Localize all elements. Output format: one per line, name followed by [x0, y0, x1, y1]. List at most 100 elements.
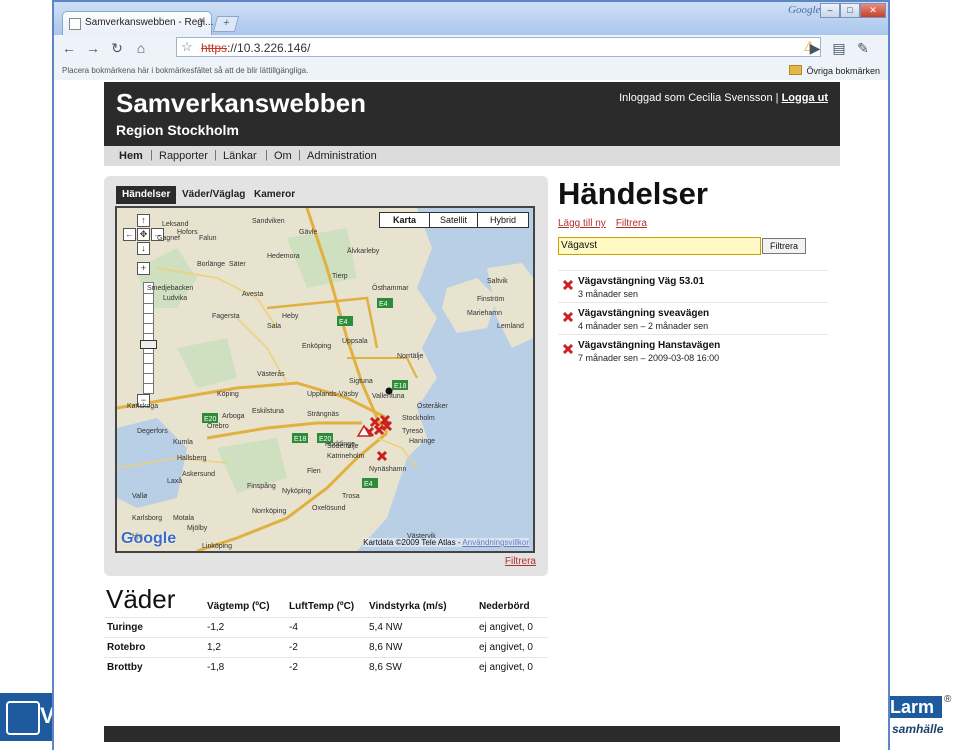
- event-title[interactable]: Vägavstängning sveavägen: [578, 308, 709, 319]
- nav-item-administration[interactable]: Administration: [307, 150, 377, 162]
- nav-item-lankar[interactable]: Länkar: [223, 150, 257, 162]
- table-row: Brottby -1,8 -2 8,6 SW ej angivet, 0: [104, 657, 548, 677]
- minimize-button[interactable]: –: [820, 3, 840, 18]
- nav-item-om[interactable]: Om: [274, 150, 292, 162]
- logout-link[interactable]: Logga ut: [782, 92, 828, 104]
- wind-speed: 5,4 NW: [368, 617, 478, 638]
- page-favicon-icon: [69, 18, 81, 30]
- home-icon[interactable]: ⌂: [132, 39, 150, 57]
- bookmarks-hint: Placera bokmärkena här i bokmärkesfältet…: [62, 66, 309, 75]
- tab-kameror[interactable]: Kameror: [248, 186, 301, 204]
- url-protocol: https: [201, 41, 228, 55]
- event-time: 7 månader sen – 2009-03-08 16:00: [578, 353, 720, 363]
- weather-header: Vindstyrka (m/s): [369, 600, 447, 612]
- map-credit: Kartdata ©2009 Tele Atlas - Användningsv…: [363, 538, 529, 547]
- tab-close-icon[interactable]: ×: [199, 15, 205, 27]
- precipitation: ej angivet, 0: [478, 657, 548, 677]
- forward-icon[interactable]: →: [84, 39, 102, 57]
- site-subtitle: Region Stockholm: [116, 122, 239, 138]
- air-temp: -2: [288, 657, 368, 677]
- google-logo: Google: [121, 530, 177, 547]
- road-temp: -1,2: [206, 617, 288, 638]
- map-type-karta[interactable]: Karta: [379, 212, 430, 228]
- road-closure-icon: [562, 279, 574, 291]
- nav-item-hem[interactable]: Hem: [119, 150, 143, 162]
- road-closure-icon: [562, 343, 574, 355]
- login-status: Inloggad som Cecilia Svensson | Logga ut: [619, 92, 828, 104]
- wrench-icon[interactable]: ✎: [854, 39, 872, 57]
- zoom-slider-track[interactable]: [143, 282, 154, 394]
- background-logo-right-text: Larm: [888, 696, 942, 718]
- weather-station: Brottby: [104, 657, 206, 677]
- browser-brand: Google: [788, 4, 821, 16]
- event-time: 3 månader sen: [578, 289, 639, 299]
- map-canvas: [117, 208, 533, 551]
- go-icon[interactable]: ▶: [806, 39, 824, 57]
- event-filter-input[interactable]: Vägavst: [558, 237, 761, 255]
- page-menu-icon[interactable]: ▤: [830, 39, 848, 57]
- road-closure-icon: [562, 311, 574, 323]
- reload-icon[interactable]: ↻: [108, 39, 126, 57]
- folder-icon: [789, 65, 803, 75]
- background-logo-right: Larm ® samhälle: [888, 694, 960, 744]
- nav-separator: |: [298, 149, 301, 161]
- tab-title: Samverkanswebben - Regi...: [85, 17, 214, 28]
- map-type-hybrid[interactable]: Hybrid: [477, 212, 529, 228]
- close-window-button[interactable]: ✕: [860, 3, 886, 18]
- map-zoom-control: ↑ ← ✥ → ↓ + −: [123, 214, 165, 407]
- event-item[interactable]: Vägavstängning Hanstavägen 7 månader sen…: [558, 334, 828, 366]
- add-event-link[interactable]: Lägg till ny: [558, 218, 606, 229]
- weather-station: Turinge: [104, 617, 206, 638]
- tab-handelser[interactable]: Händelser: [116, 186, 177, 204]
- new-tab-button[interactable]: +: [212, 16, 240, 32]
- event-filter-button[interactable]: Filtrera: [762, 238, 806, 254]
- event-time: 4 månader sen – 2 månader sen: [578, 321, 709, 331]
- weather-table: Vägtemp (ºC) LuftTemp (ºC) Vindstyrka (m…: [104, 595, 548, 677]
- map-view[interactable]: Karta Satellit Hybrid ↑ ← ✥ → ↓ + − Gävl…: [115, 206, 535, 553]
- nav-separator: |: [214, 149, 217, 161]
- precipitation: ej angivet, 0: [478, 617, 548, 638]
- events-links: Lägg till ny Filtrera: [558, 218, 657, 229]
- site-header: Samverkanswebben Region Stockholm Inlogg…: [104, 82, 840, 146]
- browser-titlebar: Samverkanswebben - Regi... × + Google – …: [54, 2, 888, 35]
- site-title: Samverkanswebben: [116, 88, 367, 118]
- other-bookmarks[interactable]: Övriga bokmärken: [789, 65, 880, 76]
- main-nav: Hem | Rapporter | Länkar | Om | Administ…: [104, 146, 840, 166]
- event-item[interactable]: Vägavstängning sveavägen 4 månader sen –…: [558, 302, 828, 334]
- pan-right-icon[interactable]: →: [151, 228, 164, 241]
- map-type-satellit[interactable]: Satellit: [429, 212, 478, 228]
- bookmarks-bar: Placera bokmärkena här i bokmärkesfältet…: [54, 61, 888, 81]
- other-bookmarks-label: Övriga bokmärken: [806, 66, 880, 76]
- zoom-in-icon[interactable]: +: [137, 262, 150, 275]
- map-terms-link[interactable]: Användningsvillkor: [462, 538, 529, 547]
- nav-separator: |: [265, 149, 268, 161]
- weather-header: LuftTemp (ºC): [289, 600, 355, 612]
- event-list: Vägavstängning Väg 53.01 3 månader sen V…: [558, 270, 828, 366]
- page-content: Samverkanswebben Region Stockholm Inlogg…: [54, 80, 888, 750]
- site-footer: [104, 726, 840, 742]
- air-temp: -4: [288, 617, 368, 638]
- registered-mark: ®: [944, 694, 952, 705]
- event-title[interactable]: Vägavstängning Väg 53.01: [578, 276, 704, 287]
- browser-tab[interactable]: Samverkanswebben - Regi... ×: [62, 11, 214, 35]
- back-icon[interactable]: ←: [60, 39, 78, 57]
- air-temp: -2: [288, 637, 368, 658]
- pan-up-icon[interactable]: ↑: [137, 214, 150, 227]
- maximize-button[interactable]: □: [840, 3, 860, 18]
- events-filter-link[interactable]: Filtrera: [616, 218, 647, 229]
- address-bar[interactable]: ☆ https://10.3.226.146/ ⚠: [176, 37, 821, 57]
- nav-item-rapporter[interactable]: Rapporter: [159, 150, 208, 162]
- pan-down-icon[interactable]: ↓: [137, 242, 150, 255]
- bookmark-star-icon[interactable]: ☆: [181, 39, 193, 55]
- pan-center-icon[interactable]: ✥: [137, 228, 150, 241]
- pan-left-icon[interactable]: ←: [123, 228, 136, 241]
- weather-header-row: Vägtemp (ºC) LuftTemp (ºC) Vindstyrka (m…: [104, 595, 548, 618]
- event-item[interactable]: Vägavstängning Väg 53.01 3 månader sen: [558, 270, 828, 302]
- map-panel: Händelser Väder/Väglag Kameror Karta Sat…: [104, 176, 548, 576]
- map-filter-link[interactable]: Filtrera: [505, 556, 536, 567]
- zoom-out-icon[interactable]: −: [137, 394, 150, 407]
- zoom-slider-handle[interactable]: [140, 340, 157, 349]
- table-row: Rotebro 1,2 -2 8,6 NW ej angivet, 0: [104, 637, 548, 658]
- tab-vader-vaglag[interactable]: Väder/Väglag: [176, 186, 251, 204]
- event-title[interactable]: Vägavstängning Hanstavägen: [578, 340, 720, 351]
